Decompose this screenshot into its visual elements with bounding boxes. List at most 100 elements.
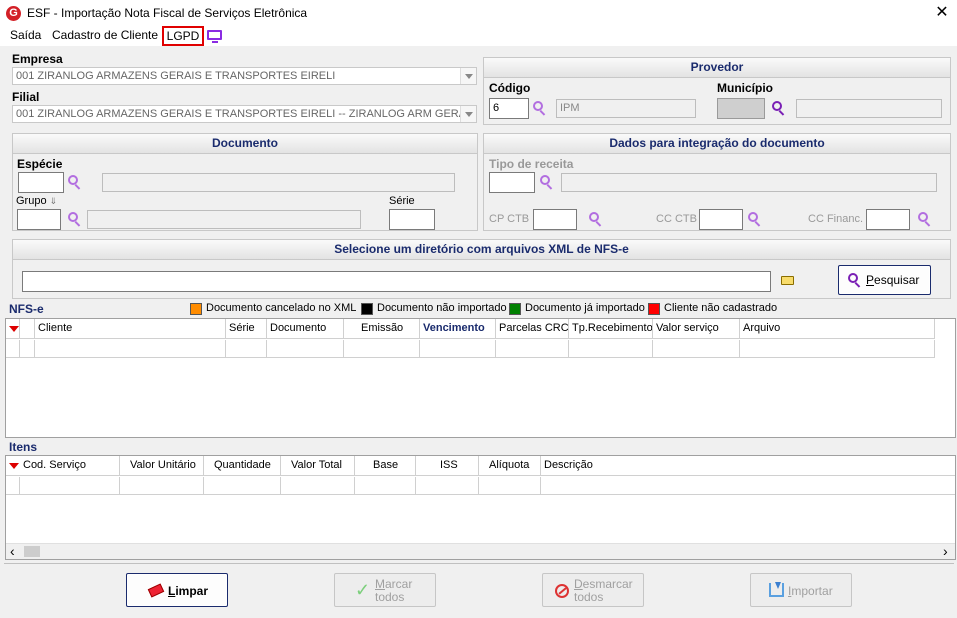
footer-separator xyxy=(4,563,954,564)
empresa-value: 001 ZIRANLOG ARMAZENS GERAIS E TRANSPORT… xyxy=(16,70,336,82)
search-icon[interactable] xyxy=(532,100,548,116)
search-icon[interactable] xyxy=(747,211,763,227)
table-row[interactable] xyxy=(6,477,955,495)
itens-grid[interactable]: Cod. Serviço Valor Unitário Quantidade V… xyxy=(5,455,956,560)
itens-section-label: Itens xyxy=(9,440,38,454)
import-icon xyxy=(769,582,784,597)
col-iss[interactable]: ISS xyxy=(416,456,479,476)
col-base[interactable]: Base xyxy=(355,456,416,476)
serie-input[interactable] xyxy=(389,209,435,230)
search-icon[interactable] xyxy=(588,211,604,227)
serie-label: Série xyxy=(389,195,415,207)
especie-description xyxy=(102,173,455,192)
pesquisar-button[interactable]: Pesquisar xyxy=(838,265,931,295)
municipio-description xyxy=(796,99,942,118)
provedor-title: Provedor xyxy=(484,58,950,78)
col-flag[interactable] xyxy=(20,319,35,339)
search-icon[interactable] xyxy=(539,174,555,190)
col-serie[interactable]: Série xyxy=(226,319,267,339)
municipio-input[interactable] xyxy=(717,98,765,119)
legend-ja-importado: Documento já importado xyxy=(525,302,645,314)
municipio-label: Município xyxy=(717,81,773,95)
scrollbar-thumb[interactable] xyxy=(24,546,40,557)
desmarcar-label-line2: todos xyxy=(574,590,604,604)
grupo-label: Grupo ⇓ xyxy=(16,195,57,207)
menu-cadastro-cliente[interactable]: Cadastro de Cliente xyxy=(52,28,158,42)
empresa-select[interactable]: 001 ZIRANLOG ARMAZENS GERAIS E TRANSPORT… xyxy=(12,67,477,85)
window-title: ESF - Importação Nota Fiscal de Serviços… xyxy=(27,6,308,20)
limpar-label: Limpar xyxy=(168,584,209,598)
pesquisar-label: Pesquisar xyxy=(866,273,920,287)
codigo-description: IPM xyxy=(556,99,696,118)
limpar-button[interactable]: Limpar xyxy=(126,573,228,607)
especie-label: Espécie xyxy=(17,157,63,171)
legend-cliente-nao-cadastrado: Cliente não cadastrado xyxy=(664,302,778,314)
menu-lgpd[interactable]: LGPD xyxy=(162,26,204,46)
col-documento[interactable]: Documento xyxy=(267,319,344,339)
col-parcelas-crc[interactable]: Parcelas CRC xyxy=(496,319,569,339)
col-valor-unitario[interactable]: Valor Unitário xyxy=(120,456,204,476)
desmarcar-todos-button[interactable]: Desmarcar todos xyxy=(542,573,644,607)
sort-indicator[interactable] xyxy=(6,319,20,339)
close-icon[interactable]: ✕ xyxy=(930,2,954,24)
cp-ctb-input[interactable] xyxy=(533,209,577,230)
title-bar: G ESF - Importação Nota Fiscal de Serviç… xyxy=(0,0,957,26)
search-icon[interactable] xyxy=(67,211,83,227)
marcar-todos-button[interactable]: ✓ Marcar todos xyxy=(334,573,436,607)
col-cod-servico[interactable]: Cod. Serviço xyxy=(20,456,120,476)
filial-select[interactable]: 001 ZIRANLOG ARMAZENS GERAIS E TRANSPORT… xyxy=(12,105,477,123)
diretorio-title: Selecione um diretório com arquivos XML … xyxy=(13,240,950,260)
menu-saida[interactable]: Saída xyxy=(10,28,41,42)
chevron-down-icon[interactable] xyxy=(460,68,476,84)
col-vencimento[interactable]: Vencimento xyxy=(420,319,496,339)
monitor-icon[interactable] xyxy=(207,30,222,43)
nfse-grid[interactable]: Cliente Série Documento Emissão Vencimen… xyxy=(5,318,956,438)
marcar-label-line2: todos xyxy=(375,590,405,604)
search-icon[interactable] xyxy=(67,174,83,190)
cc-ctb-input[interactable] xyxy=(699,209,743,230)
col-descricao[interactable]: Descrição xyxy=(541,456,955,476)
eraser-icon xyxy=(147,583,165,598)
col-tp-recebimento[interactable]: Tp.Recebimento xyxy=(569,319,653,339)
cc-financ-input[interactable] xyxy=(866,209,910,230)
tipo-receita-input[interactable] xyxy=(489,172,535,193)
filial-value: 001 ZIRANLOG ARMAZENS GERAIS E TRANSPORT… xyxy=(16,108,477,120)
search-icon[interactable] xyxy=(771,100,787,116)
app-logo-icon: G xyxy=(6,6,21,21)
cc-financ-label: CC Financ. xyxy=(808,213,864,225)
codigo-input[interactable]: 6 xyxy=(489,98,529,119)
search-icon[interactable] xyxy=(917,211,933,227)
documento-title: Documento xyxy=(13,134,477,154)
scroll-left-icon[interactable]: ‹ xyxy=(10,543,15,559)
grupo-input[interactable] xyxy=(17,209,61,230)
legend-cliente-nao-cadastrado-swatch xyxy=(648,303,660,315)
search-icon xyxy=(847,272,863,288)
empresa-label: Empresa xyxy=(12,52,63,66)
grupo-description xyxy=(87,210,361,229)
legend-nao-importado-swatch xyxy=(361,303,373,315)
tipo-receita-label: Tipo de receita xyxy=(489,157,574,171)
especie-input[interactable] xyxy=(18,172,64,193)
sort-down-icon xyxy=(9,326,19,332)
chevron-down-icon[interactable] xyxy=(460,106,476,122)
table-row[interactable] xyxy=(6,340,935,358)
sort-indicator[interactable] xyxy=(6,456,20,476)
scroll-right-icon[interactable]: › xyxy=(943,543,948,559)
no-entry-icon xyxy=(555,584,569,598)
horizontal-scrollbar[interactable]: ‹ › xyxy=(6,543,955,559)
col-cliente[interactable]: Cliente xyxy=(35,319,226,339)
col-quantidade[interactable]: Quantidade xyxy=(204,456,281,476)
itens-grid-header: Cod. Serviço Valor Unitário Quantidade V… xyxy=(6,456,955,476)
importar-label: Importar xyxy=(788,584,833,598)
importar-button[interactable]: Importar xyxy=(750,573,852,607)
folder-icon[interactable] xyxy=(781,276,794,285)
col-aliquota[interactable]: Alíquota xyxy=(479,456,541,476)
col-arquivo[interactable]: Arquivo xyxy=(740,319,935,339)
col-valor-servico[interactable]: Valor serviço xyxy=(653,319,740,339)
col-valor-total[interactable]: Valor Total xyxy=(281,456,355,476)
diretorio-input[interactable] xyxy=(22,271,771,292)
filial-label: Filial xyxy=(12,90,40,104)
col-emissao[interactable]: Emissão xyxy=(344,319,420,339)
grupo-label-text: Grupo xyxy=(16,195,47,207)
legend-ja-importado-swatch xyxy=(509,303,521,315)
